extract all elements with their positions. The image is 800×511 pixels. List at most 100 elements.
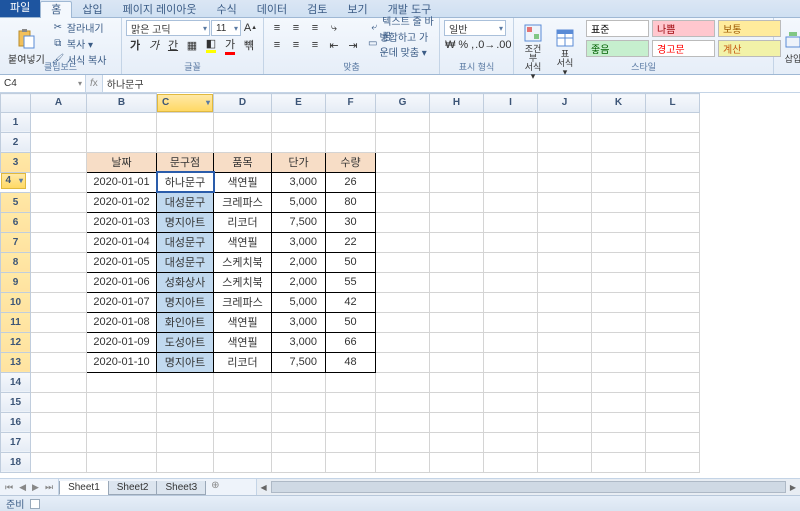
cell-H5[interactable] <box>430 192 484 212</box>
cell-C13[interactable]: 명지아트 <box>157 352 214 372</box>
cell-F6[interactable]: 30 <box>326 212 376 232</box>
cell-L9[interactable] <box>646 272 700 292</box>
cell-A9[interactable] <box>31 272 87 292</box>
cell-L8[interactable] <box>646 252 700 272</box>
percent-button[interactable]: % <box>457 37 469 53</box>
cell-L6[interactable] <box>646 212 700 232</box>
cell-D1[interactable] <box>214 112 272 132</box>
cell-H8[interactable] <box>430 252 484 272</box>
grow-font-button[interactable]: A▲ <box>242 20 259 36</box>
cell-B10[interactable]: 2020-01-07 <box>87 292 157 312</box>
cell-G10[interactable] <box>376 292 430 312</box>
align-right[interactable]: ≡ <box>306 37 324 53</box>
underline-button[interactable]: 간 <box>164 37 182 53</box>
cell-F12[interactable]: 66 <box>326 332 376 352</box>
cell-B15[interactable] <box>87 392 157 412</box>
cell-E6[interactable]: 7,500 <box>272 212 326 232</box>
column-header-I[interactable]: I <box>484 94 538 113</box>
cell-F4[interactable]: 26 <box>326 172 376 192</box>
cell-L13[interactable] <box>646 352 700 372</box>
cell-J6[interactable] <box>538 212 592 232</box>
cell-A7[interactable] <box>31 232 87 252</box>
cell-I2[interactable] <box>484 132 538 152</box>
copy-button[interactable]: ⧉복사 ▾ <box>51 36 107 51</box>
cell-L10[interactable] <box>646 292 700 312</box>
inc-decimal-button[interactable]: .0→ <box>476 37 494 53</box>
cell-I15[interactable] <box>484 392 538 412</box>
cell-E16[interactable] <box>272 412 326 432</box>
cell-L5[interactable] <box>646 192 700 212</box>
ribbon-tab-검토[interactable]: 검토 <box>297 2 337 18</box>
cell-E11[interactable]: 3,000 <box>272 312 326 332</box>
cell-F10[interactable]: 42 <box>326 292 376 312</box>
cell-L12[interactable] <box>646 332 700 352</box>
column-header-F[interactable]: F <box>326 94 376 113</box>
cell-D6[interactable]: 리코더 <box>214 212 272 232</box>
row-header-4[interactable]: 4 <box>1 173 27 189</box>
cell-C17[interactable] <box>157 432 214 452</box>
cell-L1[interactable] <box>646 112 700 132</box>
cell-G2[interactable] <box>376 132 430 152</box>
column-header-L[interactable]: L <box>646 94 700 113</box>
cell-I3[interactable] <box>484 152 538 172</box>
cell-style-표준[interactable]: 표준 <box>586 20 649 37</box>
cell-E12[interactable]: 3,000 <box>272 332 326 352</box>
cell-I18[interactable] <box>484 452 538 472</box>
cell-A14[interactable] <box>31 372 87 392</box>
cell-H3[interactable] <box>430 152 484 172</box>
cell-B8[interactable]: 2020-01-05 <box>87 252 157 272</box>
cell-L2[interactable] <box>646 132 700 152</box>
cell-G13[interactable] <box>376 352 430 372</box>
row-header-8[interactable]: 8 <box>1 252 31 272</box>
row-header-13[interactable]: 13 <box>1 352 31 372</box>
column-header-C[interactable]: C <box>157 94 213 112</box>
cell-A15[interactable] <box>31 392 87 412</box>
cell-H12[interactable] <box>430 332 484 352</box>
cell-C16[interactable] <box>157 412 214 432</box>
cell-G9[interactable] <box>376 272 430 292</box>
cell-A8[interactable] <box>31 252 87 272</box>
cell-E17[interactable] <box>272 432 326 452</box>
cell-H13[interactable] <box>430 352 484 372</box>
cell-J16[interactable] <box>538 412 592 432</box>
cell-J7[interactable] <box>538 232 592 252</box>
cell-G17[interactable] <box>376 432 430 452</box>
cell-K2[interactable] <box>592 132 646 152</box>
cell-I5[interactable] <box>484 192 538 212</box>
cut-button[interactable]: ✂잘라내기 <box>51 20 107 35</box>
row-header-11[interactable]: 11 <box>1 312 31 332</box>
cell-A11[interactable] <box>31 312 87 332</box>
cell-J10[interactable] <box>538 292 592 312</box>
cell-B13[interactable]: 2020-01-10 <box>87 352 157 372</box>
cell-C18[interactable] <box>157 452 214 472</box>
cell-K11[interactable] <box>592 312 646 332</box>
cell-K4[interactable] <box>592 172 646 192</box>
cell-C15[interactable] <box>157 392 214 412</box>
cell-J12[interactable] <box>538 332 592 352</box>
cell-H14[interactable] <box>430 372 484 392</box>
scroll-thumb[interactable] <box>271 481 786 493</box>
cell-K7[interactable] <box>592 232 646 252</box>
cell-E15[interactable] <box>272 392 326 412</box>
cell-J11[interactable] <box>538 312 592 332</box>
cell-I4[interactable] <box>484 172 538 192</box>
cell-C8[interactable]: 대성문구 <box>157 252 214 272</box>
cell-K1[interactable] <box>592 112 646 132</box>
cell-A17[interactable] <box>31 432 87 452</box>
cell-I1[interactable] <box>484 112 538 132</box>
cell-K13[interactable] <box>592 352 646 372</box>
cell-G11[interactable] <box>376 312 430 332</box>
fill-color-button[interactable]: ◧ <box>202 37 220 53</box>
align-middle[interactable]: ≡ <box>287 20 305 36</box>
cell-H7[interactable] <box>430 232 484 252</box>
cell-B4[interactable]: 2020-01-01 <box>87 172 157 192</box>
cell-style-나쁨[interactable]: 나쁨 <box>652 20 715 37</box>
cell-F18[interactable] <box>326 452 376 472</box>
cell-E9[interactable]: 2,000 <box>272 272 326 292</box>
cell-L3[interactable] <box>646 152 700 172</box>
cell-D7[interactable]: 색연필 <box>214 232 272 252</box>
sheet-tab-Sheet1[interactable]: Sheet1 <box>59 481 109 495</box>
cell-J13[interactable] <box>538 352 592 372</box>
row-header-9[interactable]: 9 <box>1 272 31 292</box>
cell-I17[interactable] <box>484 432 538 452</box>
